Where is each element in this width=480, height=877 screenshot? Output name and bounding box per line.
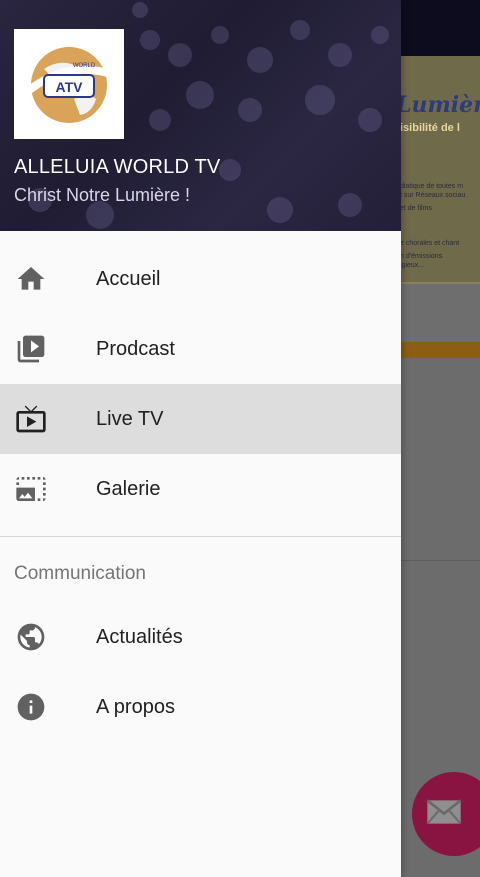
menu-item-live-tv[interactable]: Live TV (0, 384, 401, 454)
mail-icon (424, 792, 464, 837)
navigation-drawer: ATV WORLD ALLELUIA WORLD TV Christ Notre… (0, 0, 401, 877)
menu-item-label: Actualités (96, 625, 183, 648)
menu-item-accueil[interactable]: Accueil (0, 244, 401, 314)
video-library-icon (14, 332, 48, 366)
menu-item-actualites[interactable]: Actualités (0, 602, 401, 672)
app-logo: ATV WORLD (14, 29, 124, 139)
menu-item-galerie[interactable]: Galerie (0, 454, 401, 524)
background-divider (400, 560, 480, 561)
banner-text: diatique de toutes m t sur Réseaux socia… (400, 183, 466, 269)
public-globe-icon (14, 620, 48, 654)
menu-item-label: A propos (96, 695, 175, 718)
menu-item-a-propos[interactable]: A propos (0, 672, 401, 742)
photo-size-select-icon (14, 472, 48, 506)
banner-title: Lumière (400, 92, 480, 118)
menu-item-prodcast[interactable]: Prodcast (0, 314, 401, 384)
menu-item-label: Accueil (96, 267, 161, 290)
app-title: ALLELUIA WORLD TV (14, 156, 221, 178)
background-banner: Lumière isibilité de l diatique de toute… (400, 56, 480, 284)
menu-item-label: Prodcast (96, 337, 175, 360)
background-accent-bar (400, 342, 480, 358)
section-title-communication: Communication (14, 563, 146, 584)
menu-item-label: Live TV (96, 407, 164, 430)
drawer-menu: Accueil Prodcast Live TV Galerie Communi… (0, 231, 401, 742)
drawer-header: ATV WORLD ALLELUIA WORLD TV Christ Notre… (0, 0, 401, 231)
info-icon (14, 690, 48, 724)
svg-text:WORLD: WORLD (73, 63, 96, 69)
banner-subtitle: isibilité de l (400, 122, 460, 134)
menu-item-label: Galerie (96, 477, 161, 500)
home-icon (14, 262, 48, 296)
live-tv-icon (14, 402, 48, 436)
svg-text:ATV: ATV (56, 79, 84, 95)
app-subtitle: Christ Notre Lumière ! (14, 185, 191, 205)
